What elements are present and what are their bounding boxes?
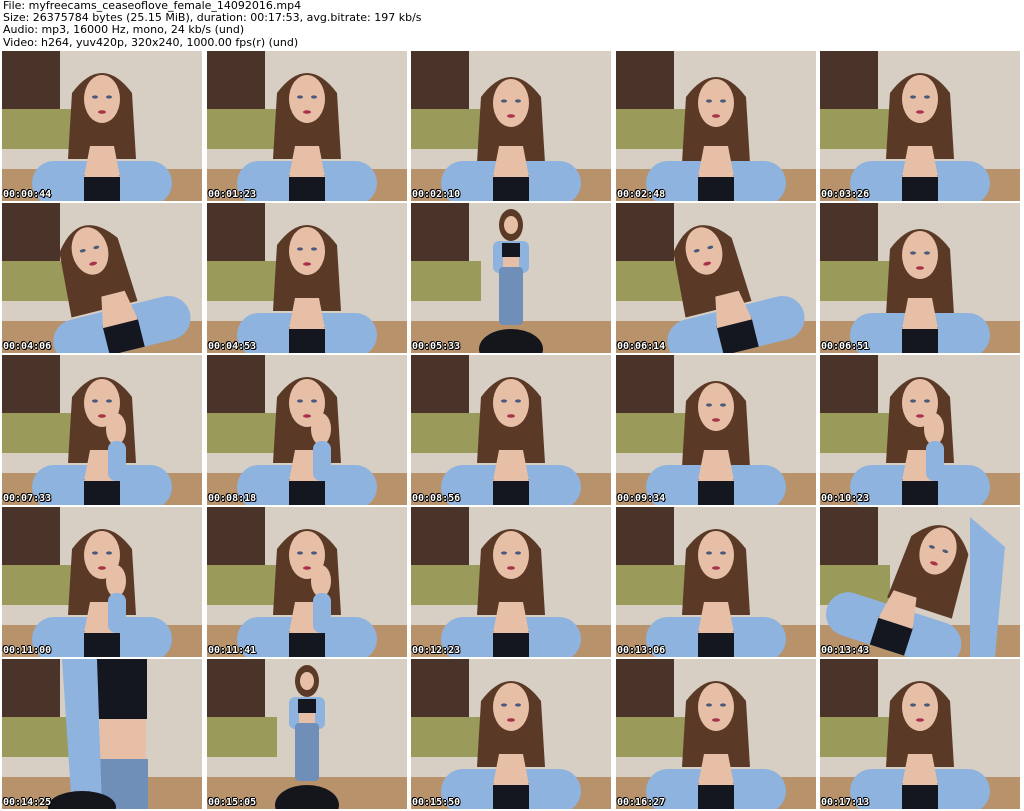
- video-frame-thumbnail: 00:06:14: [616, 203, 816, 353]
- video-frame-thumbnail: 00:07:33: [2, 355, 202, 505]
- frame-timestamp: 00:13:43: [821, 645, 870, 656]
- frame-timestamp: 00:09:34: [617, 493, 666, 504]
- frame-timestamp: 00:15:05: [208, 797, 257, 808]
- video-frame-thumbnail: 00:10:23: [820, 355, 1020, 505]
- frame-image: [2, 507, 202, 657]
- frame-image: [820, 203, 1020, 353]
- video-frame-thumbnail: 00:00:44: [2, 51, 202, 201]
- video-frame-thumbnail: 00:06:51: [820, 203, 1020, 353]
- video-frame-thumbnail: 00:04:53: [207, 203, 407, 353]
- video-frame-thumbnail: 00:08:18: [207, 355, 407, 505]
- frame-image: [616, 355, 816, 505]
- frame-timestamp: 00:13:06: [617, 645, 666, 656]
- audio-info-line: Audio: mp3, 16000 Hz, mono, 24 kb/s (und…: [3, 23, 245, 37]
- video-frame-thumbnail: 00:17:13: [820, 659, 1020, 809]
- video-frame-thumbnail: 00:02:10: [411, 51, 611, 201]
- frame-image: [616, 507, 816, 657]
- frame-image: [2, 355, 202, 505]
- file-info-header: File: myfreecams_ceaseoflove_female_1409…: [3, 0, 1021, 50]
- frame-timestamp: 00:11:00: [3, 645, 52, 656]
- frame-image: [207, 659, 407, 809]
- frame-image: [207, 355, 407, 505]
- frame-image: [207, 51, 407, 201]
- frame-timestamp: 00:05:33: [412, 341, 461, 352]
- frame-timestamp: 00:08:56: [412, 493, 461, 504]
- frame-timestamp: 00:06:51: [821, 341, 870, 352]
- frame-image: [411, 51, 611, 201]
- frame-timestamp: 00:04:06: [3, 341, 52, 352]
- frame-image: [207, 203, 407, 353]
- video-frame-thumbnail: 00:15:05: [207, 659, 407, 809]
- frame-timestamp: 00:08:18: [208, 493, 257, 504]
- video-frame-thumbnail: 00:13:06: [616, 507, 816, 657]
- frame-image: [820, 355, 1020, 505]
- video-frame-thumbnail: 00:11:00: [2, 507, 202, 657]
- frame-image: [411, 203, 611, 353]
- frame-timestamp: 00:01:23: [208, 189, 257, 200]
- frame-timestamp: 00:16:27: [617, 797, 666, 808]
- video-frame-thumbnail: 00:01:23: [207, 51, 407, 201]
- frame-timestamp: 00:04:53: [208, 341, 257, 352]
- video-frame-thumbnail: 00:08:56: [411, 355, 611, 505]
- frame-timestamp: 00:17:13: [821, 797, 870, 808]
- thumbnail-grid: 00:00:44 00:01:23 00:02:10 00:02:48 00:03:26…: [0, 51, 1024, 811]
- frame-timestamp: 00:00:44: [3, 189, 52, 200]
- video-frame-thumbnail: 00:16:27: [616, 659, 816, 809]
- video-frame-thumbnail: 00:15:50: [411, 659, 611, 809]
- video-frame-thumbnail: 00:14:25: [2, 659, 202, 809]
- video-frame-thumbnail: 00:02:48: [616, 51, 816, 201]
- video-frame-thumbnail: 00:13:43: [820, 507, 1020, 657]
- frame-timestamp: 00:14:25: [3, 797, 52, 808]
- video-frame-thumbnail: 00:03:26: [820, 51, 1020, 201]
- frame-image: [411, 355, 611, 505]
- frame-image: [2, 203, 202, 353]
- frame-image: [2, 659, 202, 809]
- video-frame-thumbnail: 00:05:33: [411, 203, 611, 353]
- frame-timestamp: 00:03:26: [821, 189, 870, 200]
- frame-timestamp: 00:02:10: [412, 189, 461, 200]
- frame-timestamp: 00:02:48: [617, 189, 666, 200]
- frame-timestamp: 00:15:50: [412, 797, 461, 808]
- video-frame-thumbnail: 00:04:06: [2, 203, 202, 353]
- frame-image: [2, 51, 202, 201]
- frame-image: [820, 51, 1020, 201]
- frame-image: [411, 659, 611, 809]
- frame-image: [820, 659, 1020, 809]
- frame-image: [616, 51, 816, 201]
- frame-image: [820, 507, 1020, 657]
- frame-image: [616, 659, 816, 809]
- video-frame-thumbnail: 00:12:23: [411, 507, 611, 657]
- frame-timestamp: 00:11:41: [208, 645, 257, 656]
- video-frame-thumbnail: 00:11:41: [207, 507, 407, 657]
- frame-timestamp: 00:06:14: [617, 341, 666, 352]
- video-info-line: Video: h264, yuv420p, 320x240, 1000.00 f…: [3, 35, 299, 49]
- frame-timestamp: 00:10:23: [821, 493, 870, 504]
- video-frame-thumbnail: 00:09:34: [616, 355, 816, 505]
- frame-image: [411, 507, 611, 657]
- frame-image: [207, 507, 407, 657]
- frame-image: [616, 203, 816, 353]
- frame-timestamp: 00:07:33: [3, 493, 52, 504]
- frame-timestamp: 00:12:23: [412, 645, 461, 656]
